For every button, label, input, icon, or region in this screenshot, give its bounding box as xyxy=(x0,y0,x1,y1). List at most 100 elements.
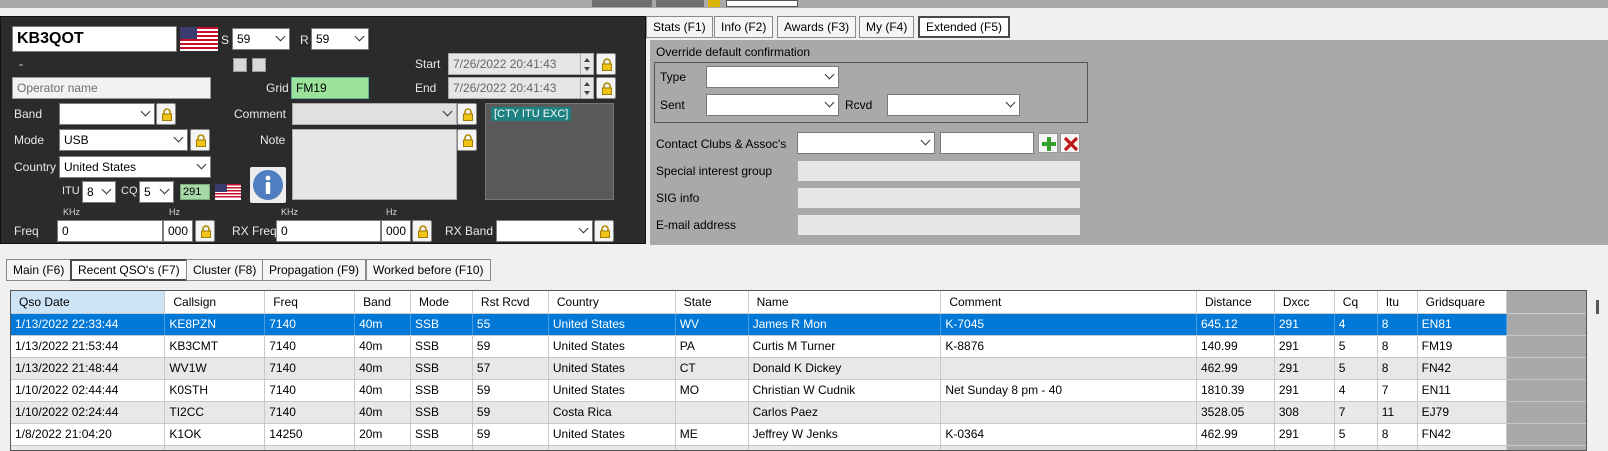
end-datetime-input[interactable]: 7/26/2022 20:41:43 xyxy=(448,77,594,99)
itu-label: ITU xyxy=(62,185,80,197)
column-header-mode[interactable]: Mode xyxy=(410,291,473,314)
table-cell: 3528.05 xyxy=(1196,401,1275,424)
table-row[interactable] xyxy=(11,445,1586,450)
sig-info-input[interactable] xyxy=(797,187,1081,209)
lock-icon[interactable] xyxy=(412,220,432,242)
rcvd-select[interactable] xyxy=(887,94,1020,116)
table-cell xyxy=(548,445,676,450)
club-number-input[interactable] xyxy=(940,132,1034,154)
column-header-freq[interactable]: Freq xyxy=(264,291,356,314)
freq-khz-input[interactable]: 0 xyxy=(57,220,163,242)
column-header-distance[interactable]: Distance xyxy=(1196,291,1275,314)
cq-select[interactable]: 5 xyxy=(139,181,174,203)
table-row[interactable]: 1/13/2022 22:33:44 KE8PZN 7140 40m SSB 55 Unit… xyxy=(11,313,1586,336)
column-header-qso-date[interactable]: Qso Date xyxy=(11,291,166,314)
toolbar-field[interactable] xyxy=(726,0,798,7)
scrollbar-thumb[interactable] xyxy=(1596,300,1599,314)
table-row[interactable]: 1/13/2022 21:48:44 WV1W 7140 40m SSB 57 United… xyxy=(11,357,1586,380)
table-cell: Christian W Cudnik xyxy=(748,379,942,402)
lock-icon[interactable] xyxy=(190,129,210,151)
lock-icon[interactable] xyxy=(195,220,215,242)
column-header-callsign[interactable]: Callsign xyxy=(164,291,266,314)
tab-worked-before[interactable]: Worked before (F10) xyxy=(366,259,491,281)
lock-icon[interactable] xyxy=(596,77,616,99)
country-select[interactable]: United States xyxy=(59,156,211,178)
table-cell xyxy=(11,445,166,450)
table-vertical-scrollbar[interactable] xyxy=(1590,290,1608,451)
table-cell xyxy=(940,445,1197,450)
sent-select[interactable] xyxy=(706,94,839,116)
tab-stats[interactable]: Stats (F1) xyxy=(646,16,713,38)
chevron-down-icon xyxy=(275,31,286,42)
remove-club-button[interactable] xyxy=(1060,133,1080,153)
toolbar-button[interactable] xyxy=(656,0,704,7)
s-report-select[interactable]: 59 xyxy=(232,28,290,50)
sent-label: Sent xyxy=(660,98,685,112)
lock-icon[interactable] xyxy=(594,220,614,242)
lock-icon[interactable] xyxy=(156,103,176,125)
start-datetime-input[interactable]: 7/26/2022 20:41:43 xyxy=(448,53,594,75)
spinner-icon[interactable] xyxy=(580,78,593,98)
lock-icon[interactable] xyxy=(457,129,477,151)
lock-icon[interactable] xyxy=(708,0,720,7)
sig-input[interactable] xyxy=(797,160,1081,182)
column-header-dxcc[interactable]: Dxcc xyxy=(1274,291,1335,314)
column-header-comment[interactable]: Comment xyxy=(940,291,1197,314)
info-button[interactable] xyxy=(250,167,286,203)
freq-hz-input[interactable]: 000 xyxy=(163,220,193,242)
table-cell: 14250 xyxy=(264,423,356,446)
table-row[interactable]: 1/8/2022 21:04:20 K1OK 14250 20m SSB 59 United… xyxy=(11,423,1586,446)
sig-label: Special interest group xyxy=(656,164,773,178)
rx-freq-khz-input[interactable]: 0 xyxy=(276,220,381,242)
column-header-band[interactable]: Band xyxy=(354,291,411,314)
column-header-rst-rcvd[interactable]: Rst Rcvd xyxy=(472,291,549,314)
table-cell: 40m xyxy=(354,357,411,380)
tab-cluster[interactable]: Cluster (F8) xyxy=(186,259,264,281)
tab-info[interactable]: Info (F2) xyxy=(714,16,774,38)
operator-name-input[interactable]: Operator name xyxy=(12,77,211,99)
checkbox[interactable] xyxy=(233,58,247,72)
add-club-button[interactable] xyxy=(1038,133,1058,153)
table-cell: K-7045 xyxy=(940,313,1197,336)
email-input[interactable] xyxy=(797,214,1081,236)
toolbar-button[interactable] xyxy=(592,0,652,7)
callsign-input[interactable]: KB3QOT xyxy=(12,26,177,52)
table-cell: United States xyxy=(548,313,676,336)
note-textarea[interactable] xyxy=(292,129,457,200)
rx-band-label: RX Band xyxy=(445,224,494,238)
table-cell: 40m xyxy=(354,379,411,402)
qso-grid: Qso Date Callsign Freq Band Mode Rst Rcv… xyxy=(11,291,1586,450)
column-header-state[interactable]: State xyxy=(675,291,749,314)
lock-icon[interactable] xyxy=(596,53,616,75)
comment-select[interactable] xyxy=(292,103,457,125)
mode-select[interactable]: USB xyxy=(59,129,188,151)
table-row[interactable]: 1/10/2022 02:24:44 TI2CC 7140 40m SSB 59 Costa… xyxy=(11,401,1586,424)
grid-input[interactable]: FM19 xyxy=(291,77,369,99)
type-select[interactable] xyxy=(706,66,839,88)
itu-select[interactable]: 8 xyxy=(82,181,116,203)
tab-recent-qsos[interactable]: Recent QSO's (F7) xyxy=(70,259,188,281)
checkbox[interactable] xyxy=(252,58,266,72)
column-header-itu[interactable]: Itu xyxy=(1377,291,1418,314)
column-header-country[interactable]: Country xyxy=(548,291,676,314)
column-header-cq[interactable]: Cq xyxy=(1334,291,1378,314)
tab-my[interactable]: My (F4) xyxy=(859,16,915,38)
rx-freq-hz-input[interactable]: 000 xyxy=(381,220,411,242)
table-row[interactable]: 1/13/2022 21:53:44 KB3CMT 7140 40m SSB 59 Unit… xyxy=(11,335,1586,358)
table-cell: 8 xyxy=(1377,335,1418,358)
band-select[interactable] xyxy=(59,103,155,125)
lock-icon[interactable] xyxy=(457,103,477,125)
column-header-name[interactable]: Name xyxy=(748,291,942,314)
spinner-icon[interactable] xyxy=(580,54,593,74)
r-report-select[interactable]: 59 xyxy=(311,28,369,50)
tab-propagation[interactable]: Propagation (F9) xyxy=(262,259,367,281)
clubs-select[interactable] xyxy=(797,132,935,154)
table-row[interactable]: 1/10/2022 02:44:44 K0STH 7140 40m SSB 59 Unite… xyxy=(11,379,1586,402)
tab-main[interactable]: Main (F6) xyxy=(6,259,72,281)
rx-band-select[interactable] xyxy=(496,220,593,242)
tab-extended[interactable]: Extended (F5) xyxy=(918,16,1011,38)
table-cell: 11 xyxy=(1377,401,1418,424)
table-cell: Jeffrey W Jenks xyxy=(748,423,942,446)
column-header-gridsquare[interactable]: Gridsquare xyxy=(1417,291,1507,314)
tab-awards[interactable]: Awards (F3) xyxy=(777,16,857,38)
